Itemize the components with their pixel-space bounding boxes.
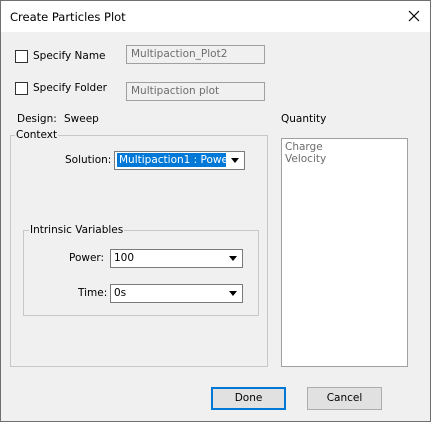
list-item[interactable]: Velocity bbox=[285, 153, 404, 165]
done-button[interactable]: Done bbox=[211, 387, 286, 410]
intrinsic-variables-legend: Intrinsic Variables bbox=[29, 224, 125, 236]
design-label: Design: bbox=[17, 113, 57, 125]
context-legend: Context bbox=[15, 129, 59, 141]
intrinsic-variables-group: Intrinsic Variables bbox=[23, 224, 259, 316]
solution-selected-value: Multipaction1 : Power bbox=[117, 153, 233, 167]
close-icon bbox=[408, 10, 420, 22]
quantity-label: Quantity bbox=[281, 113, 327, 125]
time-label: Time: bbox=[78, 287, 108, 299]
list-item[interactable]: Charge bbox=[285, 141, 404, 153]
power-dropdown[interactable]: 100 bbox=[110, 249, 243, 268]
time-dropdown[interactable]: 0s bbox=[110, 284, 243, 303]
chevron-down-icon[interactable] bbox=[226, 252, 240, 265]
power-selected-value: 100 bbox=[114, 252, 135, 264]
power-label: Power: bbox=[69, 252, 105, 264]
specify-folder-label: Specify Folder bbox=[33, 82, 107, 94]
specify-name-checkbox[interactable] bbox=[15, 50, 28, 63]
folder-name-field[interactable]: Multipaction plot bbox=[126, 82, 265, 101]
time-selected-value: 0s bbox=[114, 287, 127, 299]
specify-folder-checkbox[interactable] bbox=[15, 82, 28, 95]
plot-name-field[interactable]: Multipaction_Plot2 bbox=[126, 45, 265, 64]
create-particles-plot-dialog: Create Particles Plot Specify Name Multi… bbox=[0, 0, 431, 422]
close-button[interactable] bbox=[400, 1, 430, 32]
specify-name-label: Specify Name bbox=[33, 50, 106, 62]
dialog-title: Create Particles Plot bbox=[10, 10, 126, 24]
chevron-down-icon[interactable] bbox=[228, 154, 242, 167]
title-bar: Create Particles Plot bbox=[1, 1, 430, 32]
solution-dropdown[interactable]: Multipaction1 : Power bbox=[114, 151, 245, 170]
quantity-listbox[interactable]: Charge Velocity bbox=[281, 138, 408, 367]
solution-label: Solution: bbox=[65, 154, 112, 166]
cancel-button[interactable]: Cancel bbox=[307, 387, 382, 410]
chevron-down-icon[interactable] bbox=[226, 287, 240, 300]
design-value: Sweep bbox=[64, 113, 99, 125]
